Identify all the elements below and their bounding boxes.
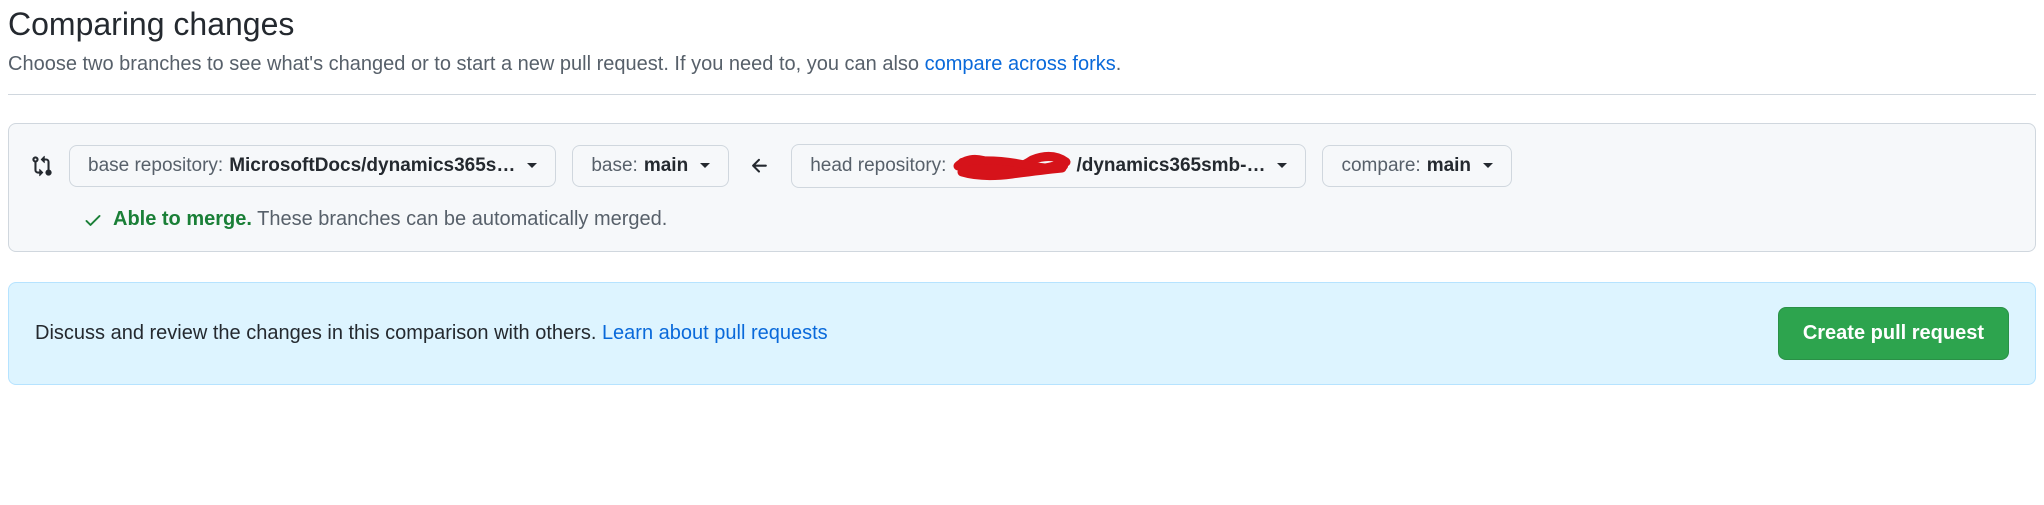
compare-branch-selector[interactable]: compare: main <box>1322 145 1512 187</box>
compare-branch-label: compare: <box>1341 155 1420 177</box>
check-icon <box>83 210 103 230</box>
subtitle-prefix: Choose two branches to see what's change… <box>8 53 925 75</box>
base-branch-label: base: <box>591 155 637 177</box>
head-repository-selector[interactable]: head repository: /dynamics365smb-… <box>791 144 1306 188</box>
merge-status-detail: These branches can be automatically merg… <box>257 208 667 230</box>
learn-about-pr-link[interactable]: Learn about pull requests <box>602 322 828 344</box>
base-branch-value: main <box>644 155 688 177</box>
git-compare-icon <box>31 155 53 177</box>
base-repository-selector[interactable]: base repository: MicrosoftDocs/dynamics3… <box>69 145 556 187</box>
pr-prompt-box: Discuss and review the changes in this c… <box>8 282 2036 385</box>
page-subtitle: Choose two branches to see what's change… <box>8 53 2036 76</box>
pr-prompt-prefix: Discuss and review the changes in this c… <box>35 322 602 344</box>
arrow-left-icon <box>745 155 775 177</box>
compare-across-forks-link[interactable]: compare across forks <box>925 53 1116 75</box>
merge-status: Able to merge. These branches can be aut… <box>31 208 2013 231</box>
page-title: Comparing changes <box>8 6 2036 43</box>
create-pull-request-button[interactable]: Create pull request <box>1778 307 2009 360</box>
caret-down-icon <box>1483 163 1493 169</box>
base-branch-selector[interactable]: base: main <box>572 145 729 187</box>
head-repo-label: head repository: <box>810 155 946 177</box>
caret-down-icon <box>1277 163 1287 169</box>
base-repo-label: base repository: <box>88 155 223 177</box>
head-repo-value: /dynamics365smb-… <box>1076 155 1265 177</box>
redacted-scribble <box>956 154 1066 178</box>
caret-down-icon <box>527 163 537 169</box>
base-repo-value: MicrosoftDocs/dynamics365s… <box>229 155 515 177</box>
subtitle-suffix: . <box>1116 53 1122 75</box>
selectors-row: base repository: MicrosoftDocs/dynamics3… <box>31 144 2013 188</box>
divider <box>8 94 2036 95</box>
pr-prompt-text: Discuss and review the changes in this c… <box>35 322 828 345</box>
caret-down-icon <box>700 163 710 169</box>
compare-box: base repository: MicrosoftDocs/dynamics3… <box>8 123 2036 252</box>
merge-status-label: Able to merge. <box>113 208 252 230</box>
compare-branch-value: main <box>1427 155 1471 177</box>
